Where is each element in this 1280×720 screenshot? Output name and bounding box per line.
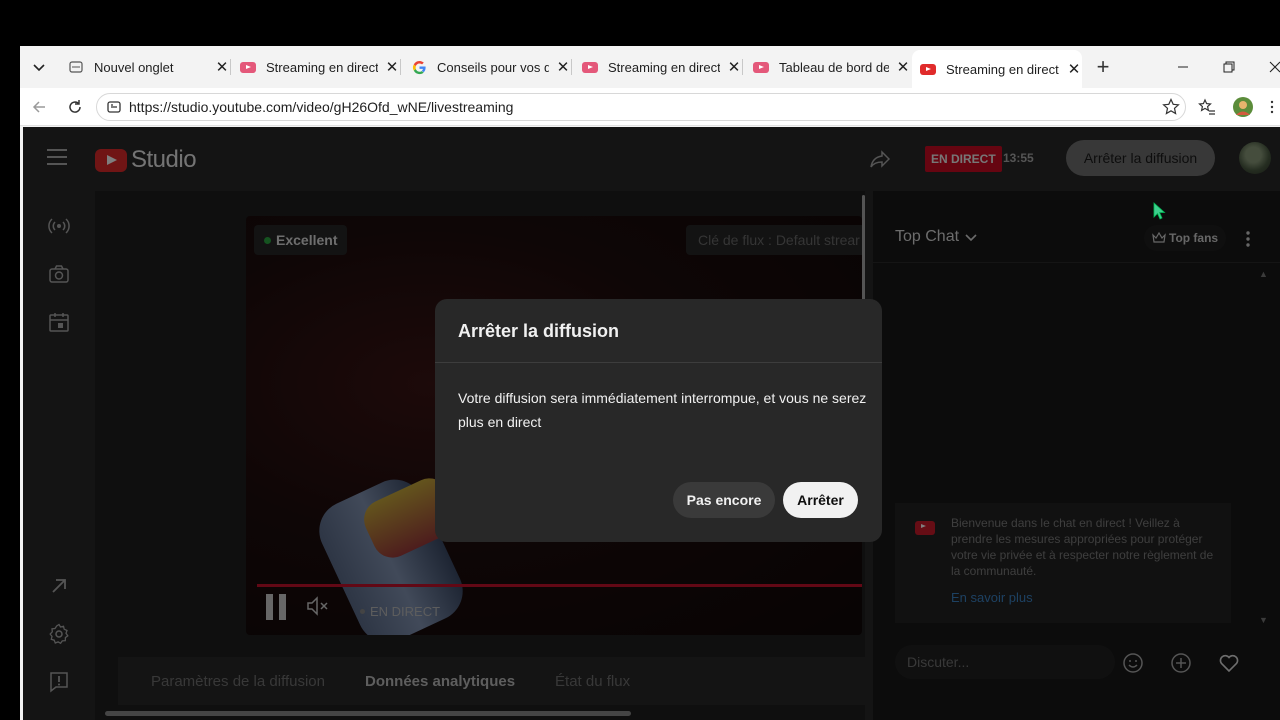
- favorite-star-icon[interactable]: [1158, 94, 1184, 120]
- new-tab-icon: [68, 59, 84, 75]
- youtube-icon: [753, 59, 769, 75]
- confirm-stop-button[interactable]: Arrêter: [783, 482, 858, 518]
- tab-bar: Nouvel onglet ✕ Streaming en direct - ✕ …: [20, 46, 1280, 88]
- tab-label: Streaming en direct -: [946, 61, 1060, 77]
- google-icon: [411, 59, 427, 75]
- tab-streaming-2[interactable]: Streaming en direct - ✕: [574, 52, 743, 82]
- minimize-icon[interactable]: [1168, 54, 1198, 80]
- tab-label: Tableau de bord de la: [779, 59, 889, 75]
- cancel-button[interactable]: Pas encore: [673, 482, 775, 518]
- tab-label: Streaming en direct -: [608, 59, 720, 75]
- reload-icon[interactable]: [62, 94, 88, 120]
- chevron-down-icon: [33, 64, 45, 72]
- dialog-title: Arrêter la diffusion: [458, 321, 620, 341]
- tab-new-tab[interactable]: Nouvel onglet ✕: [60, 52, 231, 82]
- new-tab-button[interactable]: +: [1088, 54, 1118, 80]
- back-icon[interactable]: [26, 94, 52, 120]
- tab-label: Conseils pour vos diff: [437, 59, 549, 75]
- url-text: https://studio.youtube.com/video/gH26Ofd…: [129, 99, 514, 115]
- close-icon[interactable]: ✕: [555, 59, 571, 76]
- close-icon[interactable]: ✕: [726, 59, 742, 76]
- tab-streaming-1[interactable]: Streaming en direct - ✕: [232, 52, 401, 82]
- tab-label: Streaming en direct -: [266, 59, 378, 75]
- close-icon[interactable]: ✕: [895, 59, 911, 76]
- tab-label: Nouvel onglet: [94, 59, 174, 75]
- tab-tableau-de-bord[interactable]: Tableau de bord de la ✕: [745, 52, 911, 82]
- restore-icon[interactable]: [1214, 54, 1244, 80]
- dialog-divider: [435, 362, 882, 363]
- favorites-icon[interactable]: [1194, 94, 1220, 120]
- close-icon[interactable]: ✕: [214, 59, 230, 76]
- close-icon[interactable]: ✕: [1066, 61, 1082, 78]
- site-info-icon[interactable]: [105, 98, 123, 116]
- address-bar: https://studio.youtube.com/video/gH26Ofd…: [20, 88, 1280, 126]
- tab-streaming-active[interactable]: Streaming en direct - ✕: [912, 50, 1082, 88]
- more-icon[interactable]: [1264, 94, 1280, 120]
- screen: Nouvel onglet ✕ Streaming en direct - ✕ …: [0, 0, 1280, 720]
- tab-actions-menu[interactable]: [26, 54, 52, 80]
- tab-conseils[interactable]: Conseils pour vos diff ✕: [403, 52, 572, 82]
- end-stream-dialog: Arrêter la diffusion Votre diffusion ser…: [435, 299, 882, 542]
- youtube-icon: [240, 59, 256, 75]
- close-icon[interactable]: ✕: [384, 59, 400, 76]
- close-window-icon[interactable]: [1260, 54, 1280, 80]
- mouse-cursor-icon: [1153, 202, 1167, 220]
- dialog-message: Votre diffusion sera immédiatement inter…: [458, 390, 867, 430]
- youtube-icon: [920, 61, 936, 77]
- youtube-icon: [582, 59, 598, 75]
- profile-avatar[interactable]: [1230, 94, 1256, 120]
- url-field[interactable]: https://studio.youtube.com/video/gH26Ofd…: [96, 93, 1186, 121]
